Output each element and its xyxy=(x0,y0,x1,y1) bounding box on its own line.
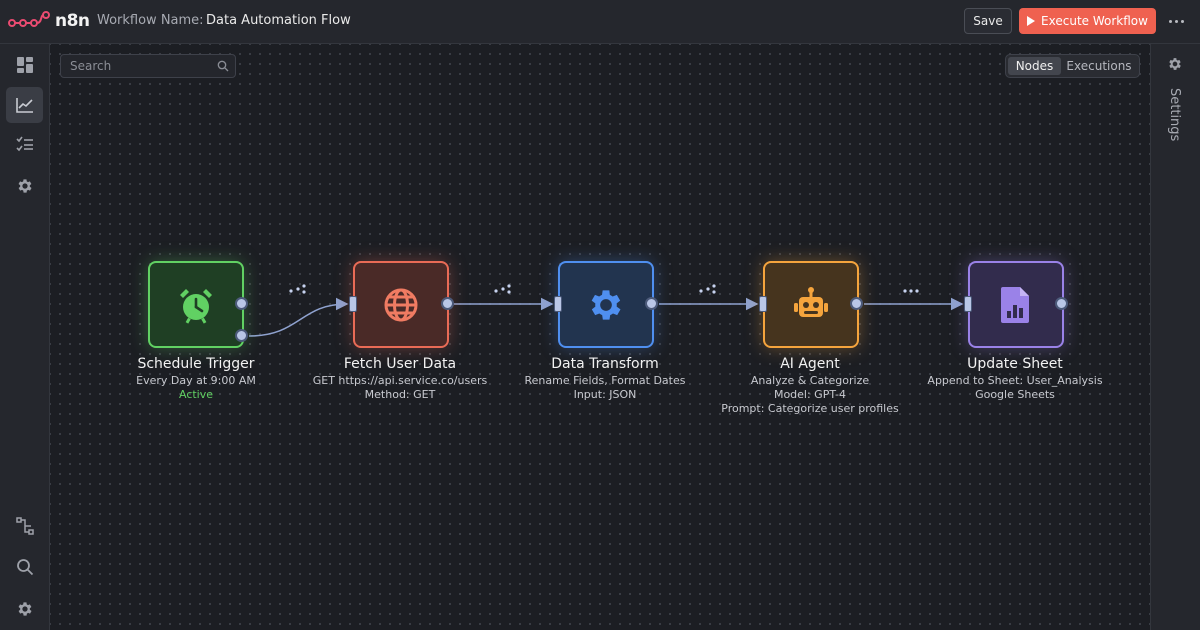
node-detail: Model: GPT-4 xyxy=(773,388,847,401)
tab-nodes[interactable]: Nodes xyxy=(1008,57,1061,75)
node-data-transform[interactable] xyxy=(558,261,654,348)
more-options-icon[interactable] xyxy=(1166,13,1186,29)
input-port[interactable] xyxy=(554,296,562,312)
spreadsheet-icon xyxy=(1001,286,1029,323)
chart-icon xyxy=(15,98,33,113)
node-title: Update Sheet xyxy=(967,356,1063,372)
sidebar-item-list[interactable] xyxy=(6,127,43,163)
n8n-logo[interactable]: n8n xyxy=(8,9,90,33)
workflow-icon xyxy=(15,517,34,535)
node-title: Fetch User Data xyxy=(343,356,457,372)
dashboard-icon xyxy=(16,57,33,73)
search-box[interactable] xyxy=(60,54,236,78)
node-detail: Google Sheets xyxy=(975,388,1055,401)
node-detail: Method: GET xyxy=(364,388,436,401)
node-detail: GET https://api.service.co/users xyxy=(312,374,488,387)
output-port[interactable] xyxy=(645,297,658,310)
execute-workflow-button[interactable]: Execute Workflow xyxy=(1019,8,1156,34)
tab-executions[interactable]: Executions xyxy=(1061,57,1137,75)
search-input[interactable] xyxy=(61,55,211,77)
execute-workflow-label: Execute Workflow xyxy=(1041,14,1148,28)
input-port[interactable] xyxy=(964,296,972,312)
node-title: Schedule Trigger xyxy=(137,356,255,372)
sidebar-item-analytics[interactable] xyxy=(6,87,43,123)
play-icon xyxy=(1027,16,1036,26)
node-detail: Prompt: Categorize user profiles xyxy=(721,402,899,415)
sidebar-item-preferences[interactable] xyxy=(6,591,43,627)
node-detail: Append to Sheet: User_Analysis xyxy=(927,374,1103,387)
output-port[interactable] xyxy=(441,297,454,310)
node-ai-agent[interactable] xyxy=(763,261,859,348)
gear-icon xyxy=(591,289,621,320)
view-tabs: Nodes Executions xyxy=(1005,54,1140,78)
output-port[interactable] xyxy=(850,297,863,310)
node-status: Active xyxy=(178,388,214,401)
node-title: Data Transform xyxy=(551,356,659,372)
search-icon xyxy=(217,60,229,72)
output-port[interactable] xyxy=(1055,297,1068,310)
gear-icon xyxy=(18,602,32,616)
sidebar-item-settings[interactable] xyxy=(6,168,43,204)
node-detail: Analyze & Categorize xyxy=(750,374,870,387)
left-sidebar xyxy=(0,44,50,630)
sidebar-item-workflows[interactable] xyxy=(6,508,43,544)
output-port[interactable] xyxy=(235,297,248,310)
node-schedule-trigger[interactable] xyxy=(148,261,244,348)
save-button[interactable]: Save xyxy=(964,8,1012,34)
alarm-clock-icon xyxy=(180,288,212,324)
logo-icon xyxy=(8,11,50,27)
settings-label[interactable]: Settings xyxy=(1167,88,1182,141)
node-title: AI Agent xyxy=(780,356,840,372)
node-detail: Input: JSON xyxy=(573,388,637,401)
logo-text: n8n xyxy=(55,11,90,31)
gear-icon xyxy=(18,179,32,193)
gear-icon[interactable] xyxy=(1167,56,1183,72)
list-icon xyxy=(15,136,33,152)
output-port[interactable] xyxy=(235,329,248,342)
workflow-name-label: Workflow Name: xyxy=(97,13,204,28)
top-bar: n8n Workflow Name: Data Automation Flow … xyxy=(0,0,1200,44)
globe-icon xyxy=(384,288,418,321)
node-detail: Rename Fields, Format Dates xyxy=(524,374,686,387)
search-icon xyxy=(16,559,33,576)
input-port[interactable] xyxy=(759,296,767,312)
node-fetch-user-data[interactable] xyxy=(353,261,449,348)
workflow-name[interactable]: Data Automation Flow xyxy=(206,13,351,28)
input-port[interactable] xyxy=(349,296,357,312)
sidebar-item-search[interactable] xyxy=(6,549,43,585)
robot-icon xyxy=(794,286,828,317)
node-update-sheet[interactable] xyxy=(968,261,1064,348)
sidebar-item-dashboard[interactable] xyxy=(6,47,43,83)
node-detail: Every Day at 9:00 AM xyxy=(136,374,256,387)
save-button-label: Save xyxy=(973,14,1003,28)
